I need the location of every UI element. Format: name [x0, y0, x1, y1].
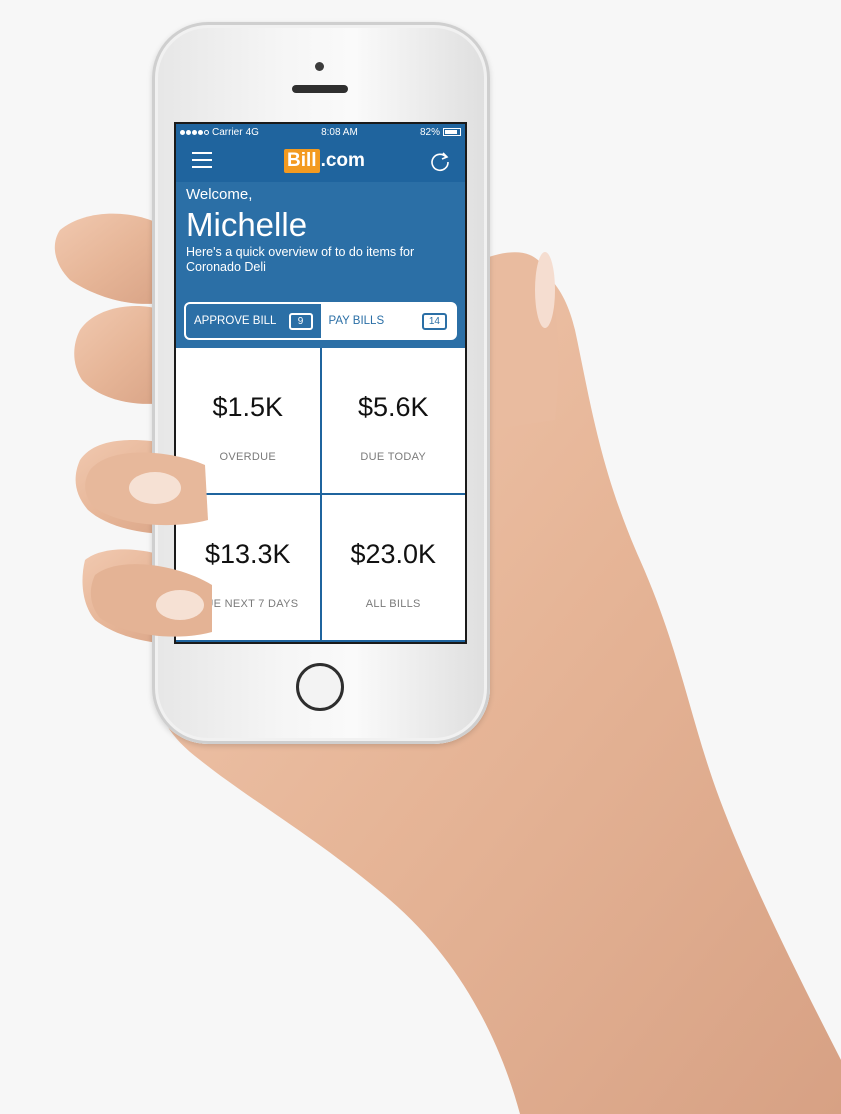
home-button[interactable] — [296, 663, 344, 711]
tile-all-bills[interactable]: $23.0K ALL BILLS — [321, 495, 465, 640]
tab-approve-bill[interactable]: APPROVE BILL 9 — [186, 304, 321, 338]
tab-count-badge: 14 — [421, 312, 447, 330]
tile-due-next-7-days[interactable]: $13.3K DUE NEXT 7 DAYS — [176, 495, 320, 640]
logo-com-text: .com — [320, 150, 365, 171]
network-label: 4G — [245, 126, 259, 138]
hamburger-menu-icon[interactable] — [192, 152, 212, 168]
tile-label: ALL BILLS — [365, 598, 421, 610]
welcome-description: Here's a quick overview of to do items f… — [186, 245, 415, 274]
status-bar: Carrier 4G 8:08 AM 82% — [176, 124, 465, 140]
tile-amount: $5.6K — [357, 392, 429, 422]
tab-label: APPROVE BILL — [194, 315, 277, 327]
welcome-greeting: Welcome, — [186, 186, 253, 203]
tab-count-badge: 9 — [288, 312, 313, 330]
logo-bill-text: Bill — [284, 149, 320, 173]
tabs-container: APPROVE BILL 9 PAY BILLS 14 — [176, 302, 465, 348]
app-display: Carrier 4G 8:08 AM 82% Bill .com Welcome… — [176, 124, 465, 642]
tab-pay-bills[interactable]: PAY BILLS 14 — [320, 304, 455, 338]
user-name: Michelle — [186, 206, 308, 243]
tile-label: OVERDUE — [219, 451, 276, 463]
status-time: 8:08 AM — [321, 126, 358, 138]
front-camera — [315, 62, 324, 71]
phone-device: Carrier 4G 8:08 AM 82% Bill .com Welcome… — [152, 22, 490, 744]
phone-screen: Carrier 4G 8:08 AM 82% Bill .com Welcome… — [174, 122, 467, 644]
battery-icon — [443, 128, 461, 136]
carrier-label: Carrier — [212, 126, 243, 138]
battery-percent: 82% — [419, 126, 440, 138]
app-navbar: Bill .com — [176, 140, 465, 182]
tile-amount: $1.5K — [212, 392, 284, 422]
tile-overdue[interactable]: $1.5K OVERDUE — [176, 348, 320, 493]
tile-label: DUE NEXT 7 DAYS — [197, 598, 299, 610]
tile-label: DUE TODAY — [360, 451, 427, 463]
summary-grid: $1.5K OVERDUE $5.6K DUE TODAY $13.3K DUE… — [176, 348, 465, 640]
welcome-section: Welcome, Michelle Here's a quick overvie… — [176, 182, 465, 302]
tab-label: PAY BILLS — [328, 315, 385, 327]
tab-bar: APPROVE BILL 9 PAY BILLS 14 — [184, 302, 457, 340]
earpiece-speaker — [292, 85, 348, 93]
bill-com-logo: Bill .com — [284, 149, 365, 173]
tile-amount: $23.0K — [350, 539, 437, 569]
signal-dots-icon — [180, 129, 209, 135]
tile-amount: $13.3K — [204, 539, 291, 569]
tile-due-today[interactable]: $5.6K DUE TODAY — [321, 348, 465, 493]
refresh-icon[interactable] — [429, 150, 451, 172]
